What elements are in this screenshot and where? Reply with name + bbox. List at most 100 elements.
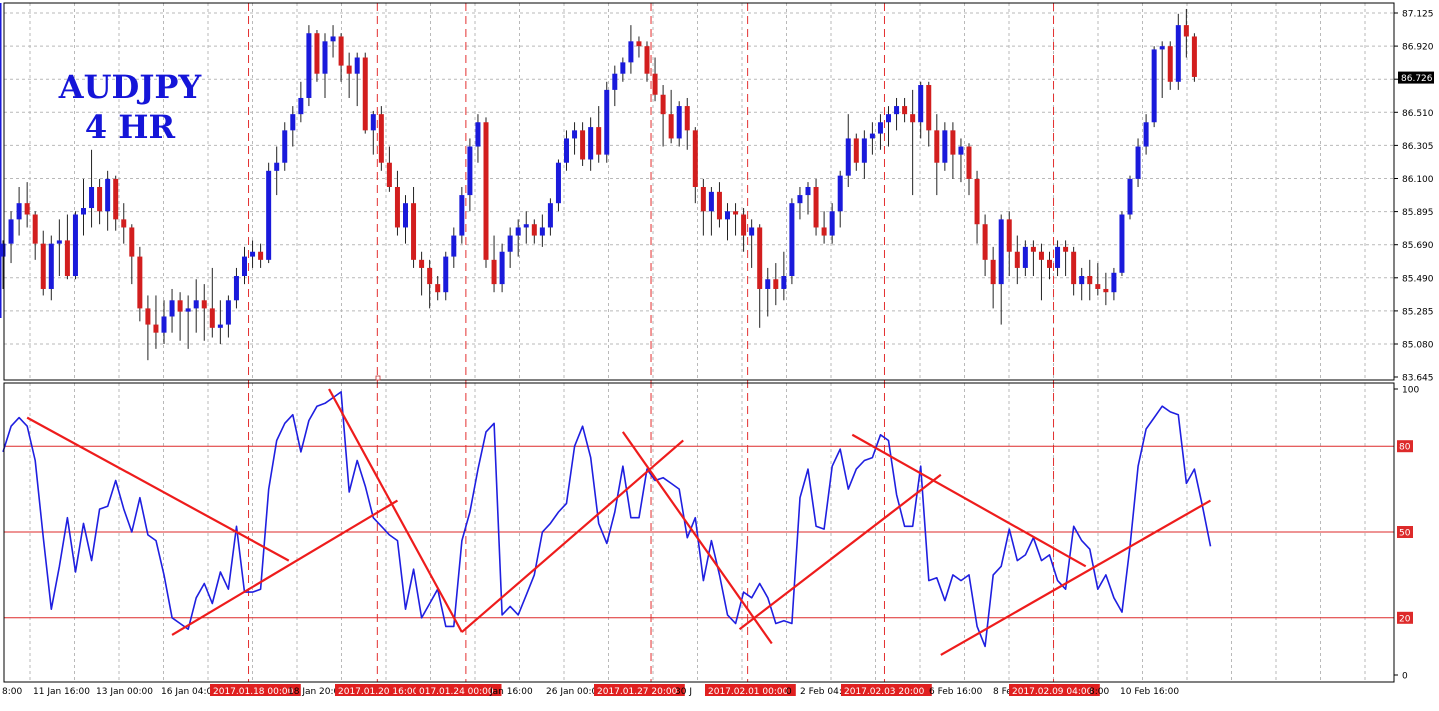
bear-candle bbox=[491, 259, 497, 285]
price-tick-label: 85.285 bbox=[1402, 307, 1434, 317]
bull-candle bbox=[1159, 46, 1165, 50]
trendline bbox=[26, 416, 290, 562]
bull-candle bbox=[193, 300, 199, 309]
bear-candle bbox=[97, 186, 103, 212]
time-tick-label: 8:00 bbox=[2, 687, 22, 697]
bear-candle bbox=[934, 130, 940, 163]
bull-candle bbox=[829, 211, 835, 236]
bull-candle bbox=[845, 138, 851, 176]
bull-candle bbox=[169, 300, 175, 317]
bull-candle bbox=[185, 308, 191, 312]
bear-candle bbox=[990, 259, 996, 285]
bear-candle bbox=[652, 73, 658, 95]
bull-candle bbox=[877, 122, 883, 134]
bull-candle bbox=[918, 85, 924, 123]
bull-candle bbox=[894, 106, 900, 115]
bear-candle bbox=[427, 267, 433, 285]
bear-candle bbox=[982, 224, 988, 260]
time-marker-label: 2017.02.03 20:00 bbox=[844, 687, 925, 697]
bear-candle bbox=[1038, 251, 1044, 260]
bull-candle bbox=[298, 97, 304, 115]
price-tick-label: 85.895 bbox=[1402, 208, 1434, 218]
oscillator-tick-label: 0 bbox=[1402, 672, 1408, 682]
bear-candle bbox=[966, 146, 972, 179]
oscillator-tick-label: 100 bbox=[1402, 386, 1419, 396]
bull-candle bbox=[765, 279, 771, 289]
bull-candle bbox=[242, 256, 247, 277]
trendline bbox=[851, 433, 1087, 568]
oscillator-tick-label: 80 bbox=[1399, 443, 1411, 453]
bear-candle bbox=[531, 224, 537, 236]
bear-candle bbox=[580, 130, 586, 160]
bull-candle bbox=[48, 243, 54, 289]
bear-candle bbox=[1014, 251, 1020, 268]
bear-candle bbox=[1103, 288, 1109, 293]
bear-candle bbox=[145, 308, 151, 325]
bear-candle bbox=[411, 203, 417, 260]
bear-candle bbox=[700, 186, 706, 212]
time-marker-label: 017.01.24 00:00 bbox=[419, 687, 494, 697]
bull-candle bbox=[1119, 214, 1125, 273]
bear-candle bbox=[483, 122, 489, 260]
bear-candle bbox=[177, 300, 183, 312]
time-tick-label: 6 Feb 16:00 bbox=[929, 687, 983, 697]
oscillator-panel bbox=[2, 388, 1394, 656]
price-tick-label: 83.645 bbox=[1402, 374, 1434, 384]
bear-candle bbox=[1063, 246, 1069, 252]
bear-candle bbox=[813, 186, 819, 228]
bear-candle bbox=[692, 130, 698, 187]
bear-candle bbox=[153, 324, 159, 333]
bear-candle bbox=[129, 227, 135, 257]
bull-candle bbox=[942, 130, 948, 163]
bear-candle bbox=[668, 114, 674, 139]
grid bbox=[4, 3, 1394, 682]
bull-candle bbox=[56, 240, 62, 244]
time-marker-label: 2017.01.20 16:00 bbox=[338, 687, 419, 697]
price-tick-label: 86.510 bbox=[1402, 109, 1434, 119]
bull-candle bbox=[72, 214, 78, 277]
bull-candle bbox=[89, 186, 95, 209]
bull-candle bbox=[572, 130, 578, 139]
bull-candle bbox=[1127, 178, 1133, 215]
bear-candle bbox=[394, 186, 400, 228]
bull-candle bbox=[322, 41, 328, 74]
bull-candle bbox=[725, 211, 730, 220]
bull-candle bbox=[16, 203, 22, 220]
bull-candle bbox=[467, 146, 473, 196]
bear-candle bbox=[741, 214, 747, 236]
bull-candle bbox=[475, 122, 481, 147]
current-price-label: 86.726 bbox=[1401, 74, 1433, 84]
bear-candle bbox=[974, 178, 980, 225]
price-tick-label: 86.100 bbox=[1402, 175, 1434, 185]
bull-candle bbox=[564, 138, 569, 163]
bear-candle bbox=[40, 243, 46, 289]
bull-candle bbox=[306, 33, 312, 98]
bear-candle bbox=[733, 211, 739, 215]
bull-candle bbox=[515, 227, 521, 236]
time-tick-label: 0 bbox=[786, 687, 792, 697]
time-tick-label: 13 Jan 00:00 bbox=[96, 687, 153, 697]
bear-candle bbox=[1030, 246, 1036, 252]
price-tick-label: 85.690 bbox=[1402, 241, 1434, 251]
bear-candle bbox=[757, 227, 763, 289]
bull-candle bbox=[507, 235, 513, 252]
bear-candle bbox=[636, 41, 642, 47]
bear-candle bbox=[113, 178, 119, 220]
timeframe-label: 4 HR bbox=[85, 108, 176, 146]
bear-candle bbox=[853, 138, 859, 163]
chart-canvas[interactable]: 87.12586.92086.71586.51086.30586.10085.8… bbox=[0, 0, 1439, 707]
bear-candle bbox=[362, 57, 368, 131]
price-tick-label: 85.490 bbox=[1402, 274, 1434, 284]
bull-candle bbox=[233, 276, 239, 301]
time-tick-label: 8:00 bbox=[1089, 687, 1109, 697]
trendline bbox=[738, 473, 942, 631]
bull-candle bbox=[330, 36, 336, 42]
bear-candle bbox=[435, 284, 441, 293]
bear-candle bbox=[926, 85, 932, 131]
bear-candle bbox=[314, 33, 320, 74]
bull-candle bbox=[370, 114, 376, 131]
oscillator-tick-label: 20 bbox=[1399, 614, 1411, 624]
panel-splitter-handle bbox=[375, 375, 381, 381]
bull-candle bbox=[225, 300, 231, 325]
bull-candle bbox=[789, 203, 795, 277]
